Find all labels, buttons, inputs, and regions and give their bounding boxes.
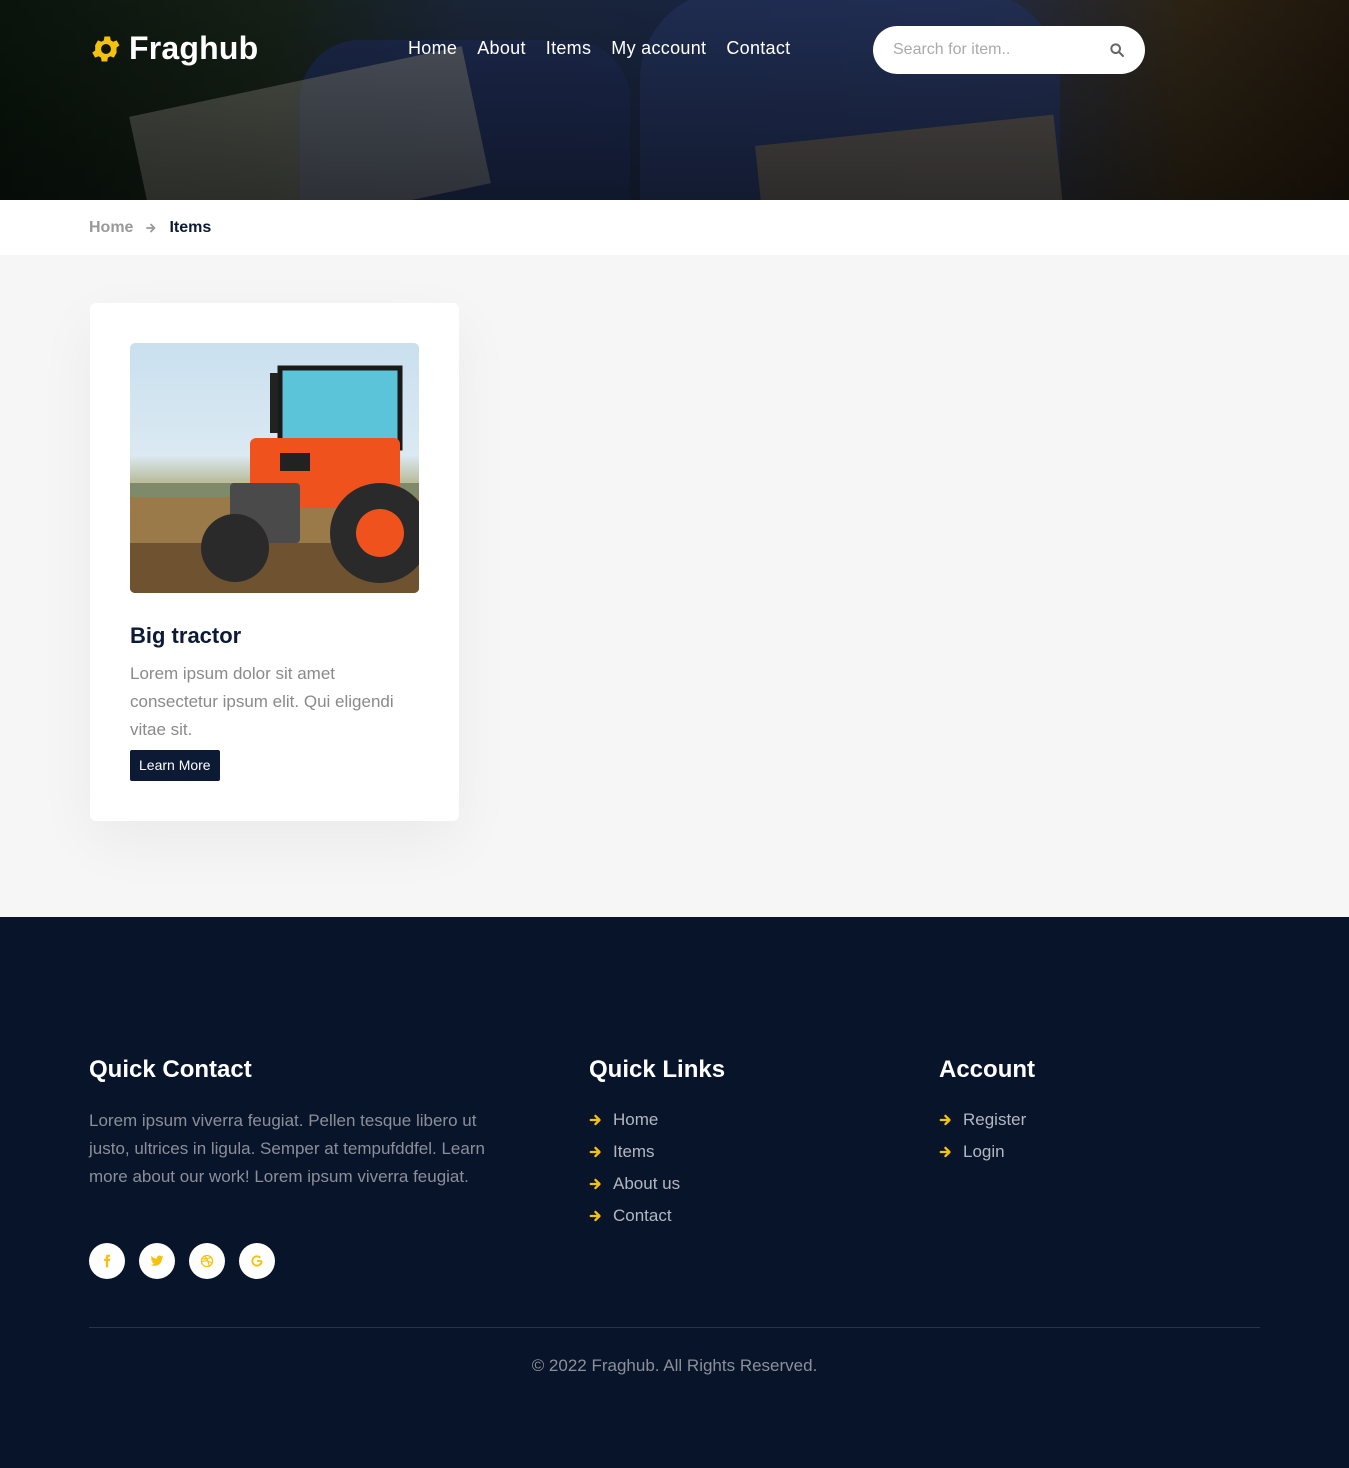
arrow-right-icon (589, 1210, 601, 1222)
search-box (873, 26, 1145, 74)
item-description: Lorem ipsum dolor sit amet consectetur i… (130, 664, 394, 739)
facebook-link[interactable] (89, 1243, 125, 1279)
item-title: Big tractor (130, 623, 242, 648)
footer-link-label: Login (963, 1142, 1005, 1161)
arrow-right-icon (146, 223, 156, 233)
nav-items[interactable]: Items (546, 38, 592, 59)
learn-more-button[interactable]: Learn More (130, 750, 220, 781)
account-heading: Account (939, 1056, 1035, 1083)
logo[interactable]: Fraghub (89, 30, 258, 67)
arrow-right-icon (589, 1178, 601, 1190)
footer-link-label: About us (613, 1174, 681, 1193)
quick-links-list: Home Items About us Contact (589, 1104, 680, 1232)
search-input[interactable] (893, 38, 1103, 62)
item-image (130, 343, 419, 593)
item-card: Big tractor Lorem ipsum dolor sit amet c… (90, 303, 459, 821)
footer: Quick Contact Lorem ipsum viverra feugia… (0, 917, 1349, 1468)
footer-link-login[interactable]: Login (939, 1136, 1026, 1168)
breadcrumb-current: Items (169, 219, 212, 236)
footer-link-register[interactable]: Register (939, 1104, 1026, 1136)
footer-link-label: Register (963, 1110, 1027, 1129)
arrow-right-icon (589, 1146, 601, 1158)
arrow-right-icon (939, 1146, 951, 1158)
footer-link-home[interactable]: Home (589, 1104, 680, 1136)
twitter-link[interactable] (139, 1243, 175, 1279)
arrow-right-icon (939, 1114, 951, 1126)
breadcrumb-home[interactable]: Home (89, 219, 133, 237)
footer-link-about-us[interactable]: About us (589, 1168, 680, 1200)
footer-link-contact[interactable]: Contact (589, 1200, 680, 1232)
quick-contact-heading: Quick Contact (89, 1056, 252, 1083)
footer-link-label: Contact (613, 1206, 672, 1225)
footer-divider (89, 1327, 1260, 1328)
google-icon (251, 1255, 263, 1267)
quick-contact-text: Lorem ipsum viverra feugiat. Pellen tesq… (89, 1111, 485, 1186)
nav-my-account[interactable]: My account (611, 38, 706, 59)
nav-contact[interactable]: Contact (726, 38, 790, 59)
footer-link-items[interactable]: Items (589, 1136, 680, 1168)
nav-home[interactable]: Home (408, 38, 457, 59)
footer-link-label: Home (613, 1110, 659, 1129)
breadcrumb: Home Items (0, 200, 1349, 255)
logo-text: Fraghub (129, 30, 259, 66)
social-links (89, 1243, 275, 1279)
dribbble-link[interactable] (189, 1243, 225, 1279)
tractor-photo (130, 365, 419, 593)
search-icon[interactable] (1109, 42, 1125, 58)
twitter-icon (150, 1255, 164, 1266)
google-link[interactable] (239, 1243, 275, 1279)
arrow-right-icon (589, 1114, 601, 1126)
quick-links-heading: Quick Links (589, 1056, 726, 1083)
account-links-list: Register Login (939, 1104, 1026, 1168)
facebook-icon (104, 1254, 111, 1268)
gear-icon (92, 36, 120, 61)
dribbble-icon (200, 1254, 214, 1268)
main-nav: Home About Items My account Contact (408, 38, 790, 59)
nav-about[interactable]: About (477, 38, 526, 59)
footer-link-label: Items (613, 1142, 655, 1161)
copyright: © 2022 Fraghub. All Rights Reserved. (531, 1356, 818, 1375)
